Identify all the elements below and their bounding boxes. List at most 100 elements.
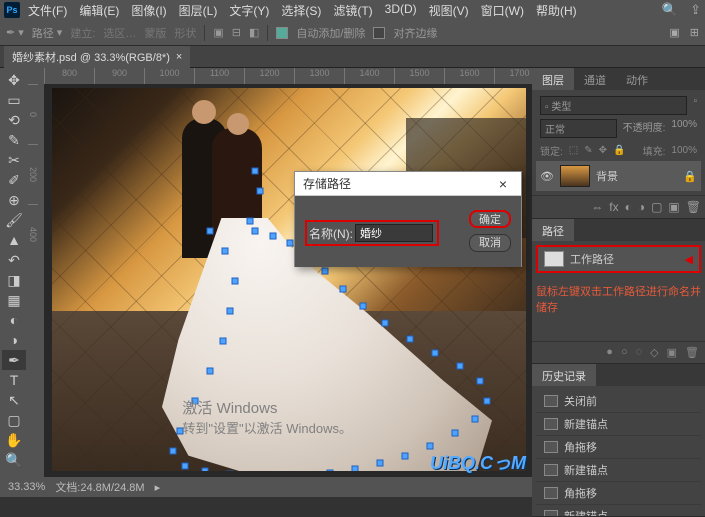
path-ops-icon[interactable]: ▣	[213, 26, 223, 39]
ok-button[interactable]: 确定	[469, 210, 511, 228]
menu-filter[interactable]: 滤镜(T)	[333, 2, 372, 19]
folder-icon[interactable]: ▢	[651, 200, 662, 214]
menu-select[interactable]: 选择(S)	[281, 2, 321, 19]
path-name[interactable]: 工作路径	[570, 251, 614, 267]
history-brush-tool[interactable]: ↶	[2, 250, 26, 270]
layer-row[interactable]: 👁 背景 🔒	[536, 161, 701, 191]
cancel-button[interactable]: 取消	[469, 234, 511, 252]
tab-history[interactable]: 历史记录	[532, 364, 596, 386]
menu-help[interactable]: 帮助(H)	[536, 2, 577, 19]
menu-file[interactable]: 文件(F)	[28, 2, 67, 19]
lock-all-icon[interactable]: 🔒	[613, 145, 625, 156]
history-item[interactable]: 关闭前	[536, 390, 701, 413]
new-layer-icon[interactable]: ▣	[668, 200, 679, 214]
tab-channels[interactable]: 通道	[574, 68, 616, 90]
tab-actions[interactable]: 动作	[616, 68, 658, 90]
move-tool[interactable]: ✥	[2, 70, 26, 90]
screenmode-icon[interactable]: ⊞	[690, 26, 699, 39]
path-to-sel-icon[interactable]: ◌	[636, 346, 643, 359]
dialog-title-bar[interactable]: 存储路径 ×	[295, 172, 521, 196]
fill-path-icon[interactable]: ●	[606, 346, 613, 359]
menu-edit[interactable]: 编辑(E)	[79, 2, 119, 19]
fx-icon[interactable]: fx	[609, 200, 618, 214]
menu-3d[interactable]: 3D(D)	[385, 2, 417, 19]
auto-add-checkbox[interactable]	[276, 27, 288, 39]
close-icon[interactable]: ×	[493, 176, 513, 192]
eraser-tool[interactable]: ◨	[2, 270, 26, 290]
history-item[interactable]: 新建锚点	[536, 505, 701, 516]
zoom-tool[interactable]: 🔍	[2, 450, 26, 470]
align-edge-checkbox[interactable]	[373, 27, 385, 39]
marquee-tool[interactable]: ▭	[2, 90, 26, 110]
quick-select-tool[interactable]: ✎	[2, 130, 26, 150]
opt-shape[interactable]: 形状	[174, 25, 196, 41]
work-path-row[interactable]: 工作路径 ◀	[536, 245, 701, 273]
menu-view[interactable]: 视图(V)	[429, 2, 469, 19]
layer-thumbnail[interactable]	[560, 165, 590, 187]
adjust-icon[interactable]: ◑	[638, 200, 645, 214]
menu-window[interactable]: 窗口(W)	[481, 2, 524, 19]
name-field-group: 名称(N):	[305, 220, 439, 246]
opt-mask[interactable]: 蒙版	[144, 25, 166, 41]
name-input[interactable]	[355, 224, 433, 242]
pen-tool[interactable]: ✒	[2, 350, 26, 370]
blend-mode[interactable]: 正常	[540, 119, 617, 138]
trash-icon[interactable]: 🗑	[686, 200, 701, 214]
layers-panel: 图层 通道 动作 ▫ 类型 ▫ 正常 不透明度: 100% 锁定: ⬚ ✎	[532, 68, 705, 219]
lock-pixels-icon[interactable]: ✎	[584, 145, 592, 156]
close-icon[interactable]: ×	[176, 51, 182, 63]
tool-preset-icon[interactable]: ✒ ▾	[6, 26, 24, 39]
search-icon[interactable]: 🔍	[662, 2, 678, 18]
menu-layer[interactable]: 图层(L)	[179, 2, 218, 19]
crop-tool[interactable]: ✂	[2, 150, 26, 170]
opt-path[interactable]: 路径 ▾	[32, 25, 63, 41]
blur-tool[interactable]: ◐	[2, 310, 26, 330]
zoom-level[interactable]: 33.33%	[8, 481, 45, 493]
layer-filter[interactable]: ▫ 类型	[540, 96, 687, 115]
lock-position-icon[interactable]: ✥	[599, 145, 607, 156]
new-path-icon[interactable]: ▣	[667, 346, 677, 359]
share-icon[interactable]: ⇪	[690, 2, 701, 18]
opt-selection[interactable]: 选区…	[103, 25, 136, 41]
link-icon[interactable]: ⇔	[591, 200, 603, 214]
ruler-horizontal: 80090010001100120013001400150016001700	[28, 68, 532, 84]
lock-icon[interactable]: ⬚	[569, 145, 578, 156]
tab-layers[interactable]: 图层	[532, 68, 574, 90]
hand-tool[interactable]: ✋	[2, 430, 26, 450]
chevron-right-icon[interactable]: ▸	[155, 481, 161, 494]
layer-name[interactable]: 背景	[596, 168, 618, 184]
history-item[interactable]: 新建锚点	[536, 459, 701, 482]
visibility-icon[interactable]: 👁	[540, 170, 554, 183]
menu-image[interactable]: 图像(I)	[131, 2, 166, 19]
dodge-tool[interactable]: ◑	[2, 330, 26, 350]
paths-panel: 路径 工作路径 ◀ 鼠标左键双击工作路径进行命名并储存 ● ○ ◌ ◇ ▣ 🗑	[532, 219, 705, 364]
quickmask-icon[interactable]: ▣	[669, 26, 679, 39]
eyedropper-tool[interactable]: ✐	[2, 170, 26, 190]
document-tab[interactable]: 婚纱素材.psd @ 33.3%(RGB/8*) ×	[4, 46, 190, 68]
fill-value[interactable]: 100%	[671, 145, 697, 156]
brush-tool[interactable]: 🖌	[2, 210, 26, 230]
shape-tool[interactable]: ▢	[2, 410, 26, 430]
stamp-tool[interactable]: ▲	[2, 230, 26, 250]
history-item[interactable]: 角拖移	[536, 436, 701, 459]
trash-icon[interactable]: 🗑	[685, 346, 699, 359]
type-tool[interactable]: T	[2, 370, 26, 390]
panels: 图层 通道 动作 ▫ 类型 ▫ 正常 不透明度: 100% 锁定: ⬚ ✎	[532, 68, 705, 477]
filter-icon[interactable]: ▫	[693, 96, 697, 115]
stroke-path-icon[interactable]: ○	[621, 346, 628, 359]
sel-to-path-icon[interactable]: ◇	[650, 346, 658, 359]
path-arrange-icon[interactable]: ◧	[249, 26, 259, 39]
history-item[interactable]: 新建锚点	[536, 413, 701, 436]
opacity-value[interactable]: 100%	[671, 119, 697, 138]
menu-type[interactable]: 文字(Y)	[229, 2, 269, 19]
tab-paths[interactable]: 路径	[532, 219, 574, 241]
lasso-tool[interactable]: ⟲	[2, 110, 26, 130]
doc-size[interactable]: 文档:24.8M/24.8M	[55, 479, 144, 495]
gradient-tool[interactable]: ▦	[2, 290, 26, 310]
path-select-tool[interactable]: ↖	[2, 390, 26, 410]
path-align-icon[interactable]: ⊟	[232, 26, 241, 39]
history-item[interactable]: 角拖移	[536, 482, 701, 505]
ruler-vertical: 0200400	[28, 84, 44, 477]
healing-tool[interactable]: ⊕	[2, 190, 26, 210]
mask-icon[interactable]: ◐	[625, 200, 632, 214]
